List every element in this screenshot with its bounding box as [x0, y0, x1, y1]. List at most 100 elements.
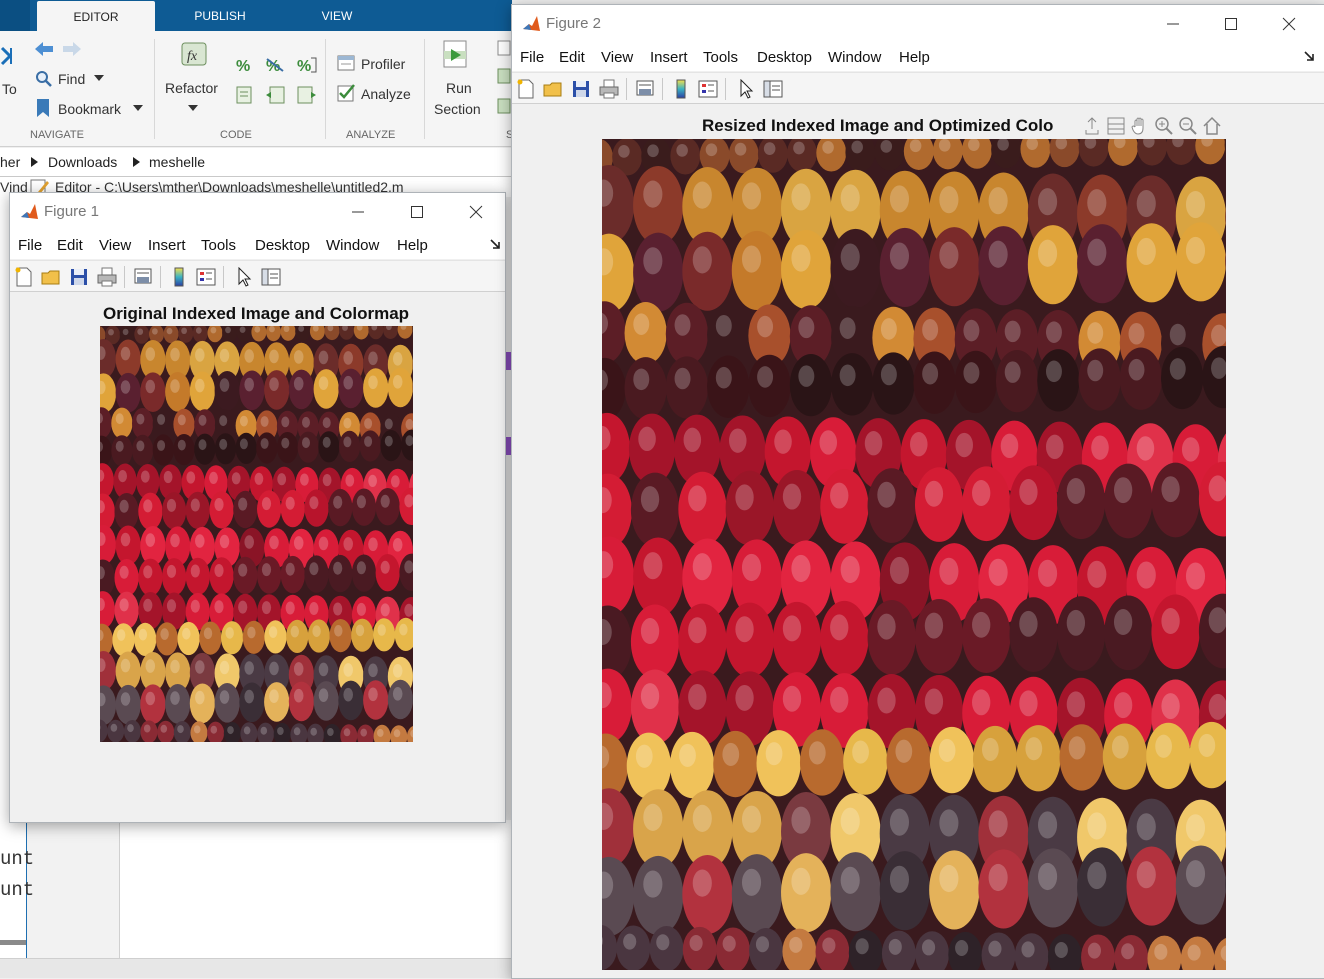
refactor-button[interactable]: Refactor: [165, 80, 218, 96]
colorbar-icon[interactable]: [169, 267, 189, 287]
tab-editor[interactable]: EDITOR: [37, 1, 155, 31]
wrap-comments-icon[interactable]: %: [296, 55, 318, 75]
dock-arrow-icon[interactable]: [490, 239, 500, 249]
tab-publish[interactable]: PUBLISH: [160, 0, 280, 31]
figure-2-title-bar[interactable]: Figure 2: [512, 5, 1324, 43]
menu-window[interactable]: Window: [326, 237, 379, 254]
menu-desktop[interactable]: Desktop: [757, 49, 812, 66]
figure-2-window[interactable]: Figure 2 File Edit View Insert Tools Des…: [511, 4, 1324, 979]
menu-tools[interactable]: Tools: [201, 237, 236, 254]
run-label[interactable]: Run: [446, 80, 472, 96]
breadcrumb-item[interactable]: meshelle: [149, 154, 205, 170]
zoom-out-icon[interactable]: [1178, 116, 1198, 136]
menu-insert[interactable]: Insert: [148, 237, 186, 254]
link-plot-icon[interactable]: [635, 79, 655, 99]
new-figure-icon[interactable]: [516, 79, 536, 99]
figure-1-title-bar[interactable]: Figure 1: [10, 193, 505, 231]
breadcrumb-arrow-icon: [133, 157, 140, 167]
ribbon-body: To Find Bookmark NAVIGATE fx Refactor % …: [0, 31, 512, 147]
resized-corn-image[interactable]: [602, 139, 1226, 970]
menu-desktop[interactable]: Desktop: [255, 237, 310, 254]
print-icon[interactable]: [97, 267, 117, 287]
pan-hand-icon[interactable]: [1130, 116, 1150, 136]
menu-window[interactable]: Window: [828, 49, 881, 66]
back-arrow-icon[interactable]: [33, 40, 55, 58]
minimize-icon: [352, 206, 364, 218]
colorbar-icon[interactable]: [671, 79, 691, 99]
dock-arrow-icon[interactable]: [1304, 51, 1314, 61]
menu-edit[interactable]: Edit: [57, 237, 83, 254]
analyze-button[interactable]: Analyze: [361, 86, 411, 102]
legend-icon[interactable]: [196, 267, 216, 287]
menu-view[interactable]: View: [99, 237, 131, 254]
refactor-fx-icon[interactable]: fx: [178, 39, 210, 69]
breadcrumb-item[interactable]: her: [0, 154, 20, 170]
horizontal-scrollbar[interactable]: [0, 940, 26, 945]
figure-2-toolbar: [512, 72, 1324, 104]
menu-edit[interactable]: Edit: [559, 49, 585, 66]
ribbon-divider: [154, 39, 155, 139]
pointer-arrow-icon[interactable]: [234, 267, 254, 287]
toolbar-separator: [626, 78, 627, 100]
property-inspector-icon[interactable]: [763, 79, 783, 99]
run-section-icon[interactable]: [441, 39, 471, 71]
close-icon: [469, 205, 483, 219]
decrease-indent-icon[interactable]: [296, 85, 318, 105]
original-corn-image[interactable]: [100, 326, 413, 742]
close-button[interactable]: [1274, 9, 1304, 39]
profiler-button[interactable]: Profiler: [361, 56, 405, 72]
save-icon[interactable]: [571, 79, 591, 99]
data-tips-icon[interactable]: [1106, 116, 1126, 136]
bookmark-button[interactable]: Bookmark: [58, 101, 121, 117]
analyze-section-label: ANALYZE: [346, 129, 395, 141]
save-icon[interactable]: [69, 267, 89, 287]
menu-tools[interactable]: Tools: [703, 49, 738, 66]
new-figure-icon[interactable]: [14, 267, 34, 287]
export-icon[interactable]: [1082, 116, 1102, 136]
tab-view[interactable]: VIEW: [285, 0, 389, 31]
chevron-down-icon[interactable]: [94, 75, 104, 83]
pointer-arrow-icon[interactable]: [736, 79, 756, 99]
forward-arrow-icon[interactable]: [61, 40, 83, 58]
breadcrumb-item[interactable]: Downloads: [48, 154, 117, 170]
menu-help[interactable]: Help: [899, 49, 930, 66]
minimize-button[interactable]: [343, 197, 373, 227]
toolbar-separator: [662, 78, 663, 100]
menu-insert[interactable]: Insert: [650, 49, 688, 66]
menu-file[interactable]: File: [520, 49, 544, 66]
restore-view-home-icon[interactable]: [1202, 116, 1222, 136]
chevron-down-icon[interactable]: [133, 105, 143, 113]
section-label[interactable]: Section: [434, 101, 481, 117]
minimize-button[interactable]: [1158, 9, 1188, 39]
maximize-button[interactable]: [1216, 9, 1246, 39]
axes-toolbar: [1082, 114, 1224, 138]
matlab-logo-icon: [19, 202, 39, 222]
close-button[interactable]: [461, 197, 491, 227]
go-to-icon[interactable]: [0, 46, 14, 68]
find-button[interactable]: Find: [58, 71, 85, 87]
go-to-label[interactable]: To: [2, 81, 17, 97]
open-file-icon[interactable]: [41, 267, 61, 287]
link-plot-icon[interactable]: [133, 267, 153, 287]
chevron-down-icon[interactable]: [188, 105, 198, 113]
open-file-icon[interactable]: [543, 79, 563, 99]
property-inspector-icon[interactable]: [261, 267, 281, 287]
code-line[interactable]: unt: [0, 879, 34, 901]
code-line[interactable]: unt: [0, 848, 34, 870]
run-advance-icons[interactable]: [497, 39, 512, 115]
maximize-button[interactable]: [402, 197, 432, 227]
menu-help[interactable]: Help: [397, 237, 428, 254]
editor-gutter: [26, 820, 120, 958]
increase-indent-icon[interactable]: [265, 85, 287, 105]
figure-1-title: Figure 1: [44, 203, 99, 220]
figure-1-axes-title: Original Indexed Image and Colormap: [10, 304, 502, 324]
comment-percent-icon[interactable]: %: [235, 55, 255, 75]
figure-1-window[interactable]: Figure 1 File Edit View Insert Tools Des…: [9, 192, 506, 823]
indent-icon[interactable]: [235, 85, 255, 105]
menu-view[interactable]: View: [601, 49, 633, 66]
zoom-in-icon[interactable]: [1154, 116, 1174, 136]
print-icon[interactable]: [599, 79, 619, 99]
uncomment-icon[interactable]: %: [265, 55, 287, 75]
menu-file[interactable]: File: [18, 237, 42, 254]
legend-icon[interactable]: [698, 79, 718, 99]
